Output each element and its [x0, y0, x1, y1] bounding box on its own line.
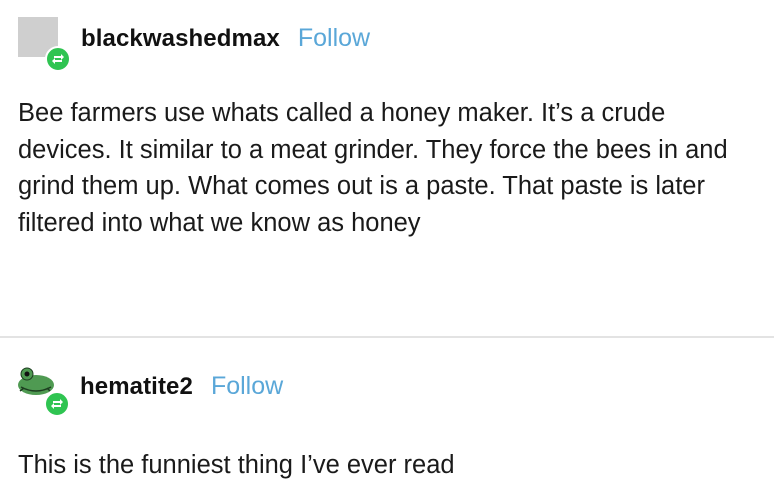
avatar[interactable]: [14, 359, 70, 417]
post-blackwashedmax: blackwashedmax Follow Bee farmers use wh…: [0, 0, 774, 336]
username[interactable]: blackwashedmax: [81, 25, 280, 53]
reblog-icon: [44, 391, 70, 417]
avatar[interactable]: [18, 17, 71, 72]
post-hematite2: hematite2 Follow This is the funniest th…: [0, 339, 774, 494]
username[interactable]: hematite2: [80, 373, 193, 401]
post-text: Bee farmers use whats called a honey mak…: [18, 99, 728, 237]
post-divider: [0, 336, 774, 338]
post-text: This is the funniest thing I’ve ever rea…: [18, 451, 455, 479]
reblog-icon: [45, 46, 71, 72]
follow-button[interactable]: Follow: [211, 372, 283, 401]
post-header: hematite2 Follow: [80, 372, 283, 401]
post-header: blackwashedmax Follow: [81, 24, 370, 53]
follow-button[interactable]: Follow: [298, 24, 370, 53]
